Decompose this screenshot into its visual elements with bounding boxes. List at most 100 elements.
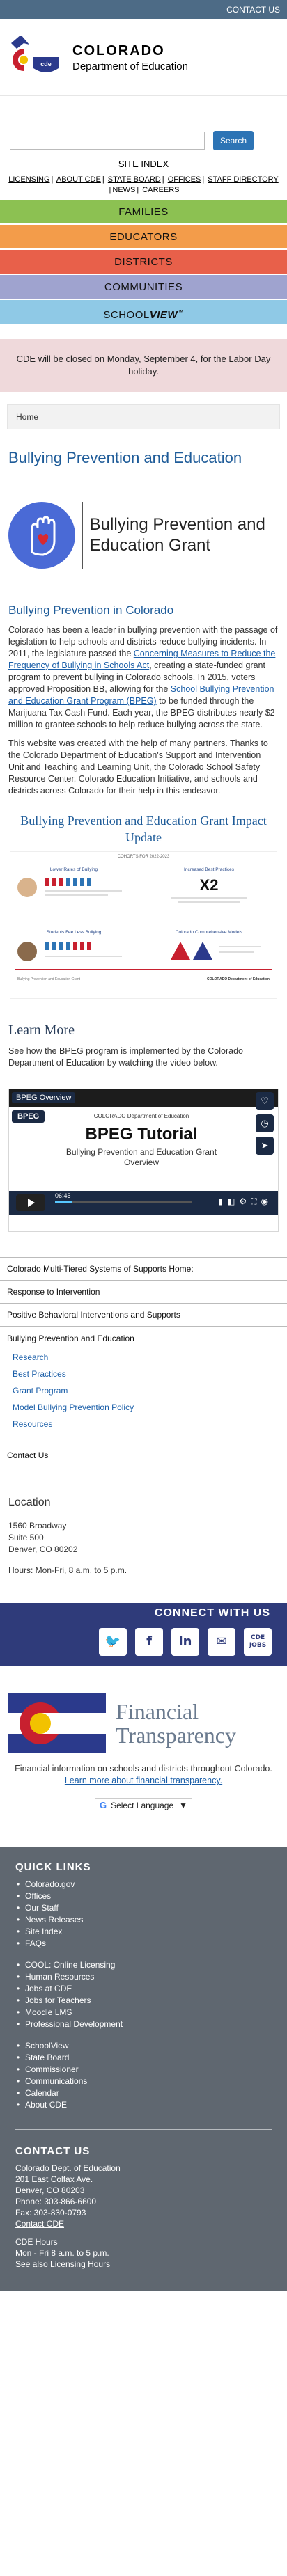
learn-more-text: See how the BPEG program is implemented … bbox=[8, 1046, 243, 1068]
offices-link[interactable]: OFFICES bbox=[168, 175, 201, 184]
nav-communities[interactable]: COMMUNITIES bbox=[0, 275, 287, 300]
best-practices-multiplier: X2 bbox=[199, 876, 219, 894]
logo-dept-text: Department of Education bbox=[72, 60, 188, 72]
subnav-best-practices[interactable]: Best Practices bbox=[0, 1366, 287, 1382]
footer-link-our-staff[interactable]: Our Staff bbox=[25, 1903, 59, 1913]
footer-link-about-cde[interactable]: About CDE bbox=[25, 2100, 67, 2110]
infographic-cohorts-text: COHORTS FOR 2022-2023 bbox=[117, 855, 170, 859]
transparency-line-1: Financial bbox=[116, 1699, 199, 1724]
play-button[interactable] bbox=[16, 1194, 45, 1211]
watch-later-icon[interactable]: ◷ bbox=[256, 1114, 274, 1132]
email-icon[interactable]: ✉ bbox=[208, 1628, 235, 1656]
news-link[interactable]: NEWS bbox=[112, 186, 135, 194]
search-input[interactable] bbox=[10, 132, 205, 150]
comprehensive-models-label: Colorado Comprehensive Models bbox=[175, 930, 243, 935]
utility-links: LICENSING | ABOUT CDE | STATE BOARD | OFFIC… bbox=[8, 175, 279, 194]
subnav-bullying-prevention[interactable]: Bullying Prevention and Education bbox=[0, 1334, 287, 1349]
subnav-research[interactable]: Research bbox=[0, 1349, 287, 1366]
location-address: 1560 Broadway Suite 500 Denver, CO 80202 bbox=[8, 1520, 279, 1556]
nav-families[interactable]: FAMILIES bbox=[0, 200, 287, 225]
chevron-down-icon: ▼ bbox=[179, 1800, 188, 1810]
footer-link-cool[interactable]: COOL: Online Licensing bbox=[25, 1960, 115, 1970]
search-button[interactable]: Search bbox=[213, 131, 254, 150]
subnav-grant-program[interactable]: Grant Program bbox=[0, 1382, 287, 1399]
section-subnav: Colorado Multi-Tiered Systems of Support… bbox=[0, 1257, 287, 1467]
video-progress-bar[interactable] bbox=[55, 1201, 192, 1203]
staff-directory-link[interactable]: STAFF DIRECTORY bbox=[208, 175, 278, 184]
select-language-dropdown[interactable]: G Select Language ▼ bbox=[94, 1798, 193, 1812]
cde-logo[interactable]: cde bbox=[8, 34, 63, 79]
footer-link-jobs-at-cde[interactable]: Jobs at CDE bbox=[25, 1984, 72, 1993]
nav-schoolview[interactable]: SCHOOLVIEW™ bbox=[0, 300, 287, 325]
top-bar: CONTACT US bbox=[0, 0, 287, 19]
linkedin-icon[interactable]: in bbox=[171, 1628, 199, 1656]
subnav-resources[interactable]: Resources bbox=[0, 1416, 287, 1432]
transparency-line-2: Transparency bbox=[116, 1723, 236, 1748]
subnav-response-to-intervention[interactable]: Response to Intervention bbox=[0, 1281, 287, 1304]
infographic-divider bbox=[15, 969, 272, 970]
google-translate: G Select Language ▼ bbox=[0, 1798, 287, 1812]
contact-us-link[interactable]: CONTACT US bbox=[226, 5, 280, 15]
subnav-bullying-group: Bullying Prevention and Education Resear… bbox=[0, 1327, 287, 1444]
learn-transparency-link[interactable]: Learn more about financial transparency. bbox=[65, 1776, 222, 1785]
connect-title: CONNECT WITH US bbox=[154, 1607, 270, 1619]
footer-link-schoolview[interactable]: SchoolView bbox=[25, 2041, 68, 2050]
footer-link-colorado-gov[interactable]: Colorado.gov bbox=[25, 1879, 75, 1889]
infographic-less-bullying: Students Fee Less Bullying bbox=[15, 930, 133, 968]
infographic-comprehensive-models: Colorado Comprehensive Models bbox=[150, 930, 268, 968]
footer-link-jobs-for-teachers[interactable]: Jobs for Teachers bbox=[25, 1996, 91, 2005]
about-cde-link[interactable]: ABOUT CDE bbox=[56, 175, 101, 184]
footer-link-commissioner[interactable]: Commissioner bbox=[25, 2064, 79, 2074]
footer-link-offices[interactable]: Offices bbox=[25, 1891, 51, 1901]
licensing-hours-link[interactable]: Licensing Hours bbox=[50, 2259, 110, 2269]
video-controls: 06:45 ▮◧⚙⛶◉ bbox=[9, 1191, 278, 1215]
footer-link-communications[interactable]: Communications bbox=[25, 2076, 87, 2086]
footer-link-news-releases[interactable]: News Releases bbox=[25, 1915, 83, 1925]
twitter-icon[interactable]: 🐦 bbox=[99, 1628, 127, 1656]
video-control-icons[interactable]: ▮◧⚙⛶◉ bbox=[218, 1196, 272, 1207]
like-icon[interactable]: ♡ bbox=[256, 1092, 274, 1110]
video-player[interactable]: BPEG Overview BPEG COLORADO Department o… bbox=[8, 1089, 279, 1232]
footer-link-human-resources[interactable]: Human Resources bbox=[25, 1972, 94, 1982]
video-badge: BPEG bbox=[12, 1110, 45, 1123]
state-board-link[interactable]: STATE BOARD bbox=[108, 175, 161, 184]
subnav-pbis[interactable]: Positive Behavioral Interventions and Su… bbox=[0, 1304, 287, 1327]
site-index-link[interactable]: SITE INDEX bbox=[118, 159, 169, 169]
intro-paragraph-2: This website was created with the help o… bbox=[8, 738, 268, 796]
share-icon[interactable]: ➤ bbox=[256, 1137, 274, 1155]
cde-jobs-icon[interactable]: CDE JOBS bbox=[244, 1628, 272, 1656]
facebook-icon[interactable]: f bbox=[135, 1628, 163, 1656]
video-logo-text: COLORADO Department of Education bbox=[93, 1113, 189, 1119]
footer-link-state-board[interactable]: State Board bbox=[25, 2053, 69, 2062]
transparency-desc-text: Financial information on schools and dis… bbox=[15, 1764, 272, 1773]
connect-section: CONNECT WITH US 🐦 f in ✉ CDE JOBS bbox=[0, 1603, 287, 1666]
logo-state-text: COLORADO bbox=[72, 42, 165, 58]
nav-educators[interactable]: EDUCATORS bbox=[0, 225, 287, 250]
licensing-link[interactable]: LICENSING bbox=[8, 175, 49, 184]
breadcrumb-home-link[interactable]: Home bbox=[16, 412, 38, 422]
footer-link-professional-development[interactable]: Professional Development bbox=[25, 2019, 123, 2029]
financial-transparency-banner[interactable]: Financial Transparency bbox=[0, 1666, 287, 1753]
location-block: Location 1560 Broadway Suite 500 Denver,… bbox=[0, 1467, 287, 1575]
footer-link-faqs[interactable]: FAQs bbox=[25, 1938, 46, 1948]
search-bar: Search bbox=[0, 96, 287, 150]
footer-link-calendar[interactable]: Calendar bbox=[25, 2088, 59, 2098]
subnav-model-policy[interactable]: Model Bullying Prevention Policy bbox=[0, 1399, 287, 1416]
hand-heart-icon bbox=[8, 502, 75, 569]
learn-more-heading: Learn More bbox=[8, 1022, 75, 1038]
careers-link[interactable]: CAREERS bbox=[142, 186, 179, 194]
intro-heading: Bullying Prevention in Colorado bbox=[8, 603, 174, 617]
video-duration: 06:45 bbox=[55, 1192, 71, 1199]
site-header: cde COLORADO Department of Education bbox=[0, 19, 287, 96]
impact-infographic[interactable]: COHORTS FOR 2022-2023 Lower Rates of Bul… bbox=[10, 851, 277, 999]
less-bullying-label: Students Fee Less Bullying bbox=[46, 930, 102, 935]
footer-link-moodle[interactable]: Moodle LMS bbox=[25, 2007, 72, 2017]
footer-link-site-index[interactable]: Site Index bbox=[25, 1927, 62, 1936]
site-footer: QUICK LINKS Colorado.gov Offices Our Sta… bbox=[0, 1847, 287, 2291]
contact-cde-link[interactable]: Contact CDE bbox=[15, 2219, 64, 2229]
infographic-footer-left: Bullying Prevention and Education Grant bbox=[17, 977, 81, 981]
nav-districts[interactable]: DISTRICTS bbox=[0, 250, 287, 275]
video-subtitle: Bullying Prevention and Education Grant … bbox=[65, 1147, 217, 1167]
subnav-contact-us[interactable]: Contact Us bbox=[0, 1444, 287, 1467]
subnav-mtss-home[interactable]: Colorado Multi-Tiered Systems of Support… bbox=[0, 1258, 287, 1281]
